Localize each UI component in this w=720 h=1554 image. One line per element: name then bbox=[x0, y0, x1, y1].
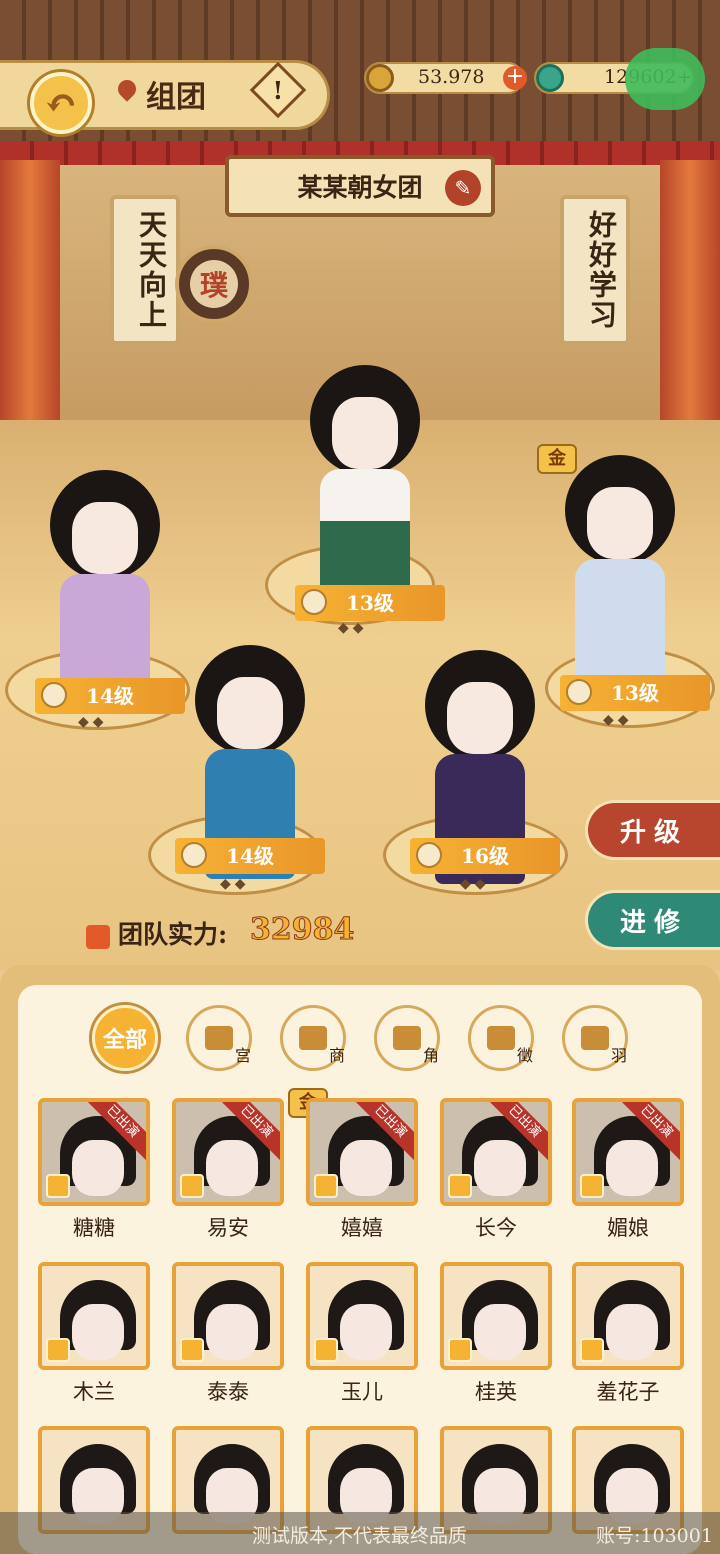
upgrade-button[interactable]: 升级 bbox=[585, 800, 720, 860]
member-level: 16级 bbox=[461, 844, 509, 868]
filter-label: 商 bbox=[328, 1046, 345, 1065]
member-level: 14级 bbox=[86, 684, 134, 708]
character-name: 长今 bbox=[475, 1216, 517, 1240]
character-name: 羞花子 bbox=[596, 1380, 660, 1404]
character-card[interactable]: 已出演 bbox=[440, 1098, 552, 1206]
character-name: 木兰 bbox=[73, 1380, 115, 1404]
banner-left: 天天向上 bbox=[110, 195, 180, 345]
class-icon bbox=[314, 1338, 338, 1362]
character-card[interactable]: 已出演 bbox=[38, 1098, 150, 1206]
member-level: 13级 bbox=[611, 681, 659, 705]
add-coins-button[interactable]: + bbox=[503, 66, 527, 90]
character-card[interactable]: 已出演 bbox=[306, 1098, 418, 1206]
back-arrow-icon: ↶ bbox=[44, 79, 78, 127]
class-icon bbox=[580, 1174, 604, 1198]
filter-all[interactable]: 全部 bbox=[92, 1005, 158, 1071]
coin-icon bbox=[366, 64, 394, 92]
character-card[interactable] bbox=[38, 1262, 150, 1370]
jade-icon bbox=[536, 64, 564, 92]
character-card[interactable]: 已出演 bbox=[572, 1098, 684, 1206]
character-card[interactable]: 已出演 bbox=[172, 1098, 284, 1206]
member-level-bar: 14级 bbox=[175, 838, 325, 874]
member-level: 13级 bbox=[346, 591, 394, 615]
class-icon bbox=[580, 1338, 604, 1362]
class-icon bbox=[314, 1174, 338, 1198]
member-level-bar: 13级 bbox=[560, 675, 710, 711]
filter-label: 宫 bbox=[234, 1046, 251, 1065]
page-title: 组团 bbox=[146, 80, 206, 115]
class-icon bbox=[41, 682, 67, 708]
bell-icon bbox=[299, 1026, 327, 1050]
watermark-account: 账号:103001 bbox=[596, 1525, 713, 1547]
team-power-value: 32984 bbox=[249, 912, 355, 948]
character-card[interactable] bbox=[440, 1262, 552, 1370]
character-name: 桂英 bbox=[475, 1380, 517, 1404]
drum-icon bbox=[205, 1026, 233, 1050]
member-level: 14级 bbox=[226, 844, 274, 868]
guzheng-icon bbox=[581, 1026, 609, 1050]
character-name: 糖糖 bbox=[73, 1216, 115, 1240]
floating-overlay-button[interactable] bbox=[625, 48, 705, 110]
filter-label: 徵 bbox=[516, 1046, 533, 1065]
class-icon bbox=[180, 1338, 204, 1362]
filter-label: 角 bbox=[422, 1046, 439, 1065]
banner-right: 好好学习 bbox=[560, 195, 630, 345]
filter-zhi[interactable]: 徵 bbox=[468, 1005, 534, 1071]
watermark-notice: 测试版本,不代表最终品质 bbox=[252, 1525, 468, 1547]
pipa-icon bbox=[487, 1026, 515, 1050]
filter-jue[interactable]: 角 bbox=[374, 1005, 440, 1071]
filter-label: 羽 bbox=[610, 1046, 627, 1065]
member-character[interactable] bbox=[310, 365, 420, 599]
member-stars: ◆◆ bbox=[338, 620, 368, 636]
filter-label: 全部 bbox=[102, 1027, 147, 1053]
character-name: 玉儿 bbox=[341, 1380, 383, 1404]
class-icon bbox=[448, 1174, 472, 1198]
member-stars: ◆◆ bbox=[220, 876, 250, 892]
member-character[interactable] bbox=[50, 470, 160, 704]
class-icon bbox=[416, 842, 442, 868]
thumbs-up-icon bbox=[86, 925, 110, 949]
coin-value: 53.978 bbox=[418, 66, 485, 88]
flute-icon bbox=[393, 1026, 421, 1050]
class-icon bbox=[46, 1174, 70, 1198]
member-character[interactable] bbox=[565, 455, 675, 689]
character-card[interactable] bbox=[172, 1262, 284, 1370]
class-icon bbox=[566, 679, 592, 705]
filter-gong[interactable]: 宫 bbox=[186, 1005, 252, 1071]
character-name: 媚娘 bbox=[607, 1216, 649, 1240]
member-level-bar: 14级 bbox=[35, 678, 185, 714]
filter-yu[interactable]: 羽 bbox=[562, 1005, 628, 1071]
team-rank-badge: 璞 bbox=[175, 245, 253, 323]
test-build-watermark: 测试版本,不代表最终品质 账号:103001 bbox=[0, 1512, 720, 1554]
class-icon bbox=[448, 1338, 472, 1362]
back-button[interactable]: ↶ bbox=[30, 72, 92, 134]
class-icon bbox=[180, 1174, 204, 1198]
member-stars: ◆◆ bbox=[603, 712, 633, 728]
character-name: 嬉嬉 bbox=[341, 1216, 383, 1240]
member-level-bar: 16级 bbox=[410, 838, 560, 874]
exclamation-icon: ! bbox=[272, 75, 284, 105]
edit-team-name-button[interactable]: ✎ bbox=[445, 170, 481, 206]
class-icon bbox=[46, 1338, 70, 1362]
character-name: 泰泰 bbox=[207, 1380, 249, 1404]
character-card[interactable] bbox=[572, 1262, 684, 1370]
filter-shang[interactable]: 商 bbox=[280, 1005, 346, 1071]
character-name: 易安 bbox=[207, 1216, 249, 1240]
class-icon bbox=[181, 842, 207, 868]
advance-button[interactable]: 进修 bbox=[585, 890, 720, 950]
member-level-bar: 13级 bbox=[295, 585, 445, 621]
member-stars: ◆◆ bbox=[78, 714, 108, 730]
class-icon bbox=[301, 589, 327, 615]
team-power-label: 团队实力: bbox=[118, 920, 228, 949]
rank-badge-label: 璞 bbox=[190, 260, 238, 308]
member-stars: ◆◆ bbox=[460, 876, 490, 892]
character-card[interactable] bbox=[306, 1262, 418, 1370]
